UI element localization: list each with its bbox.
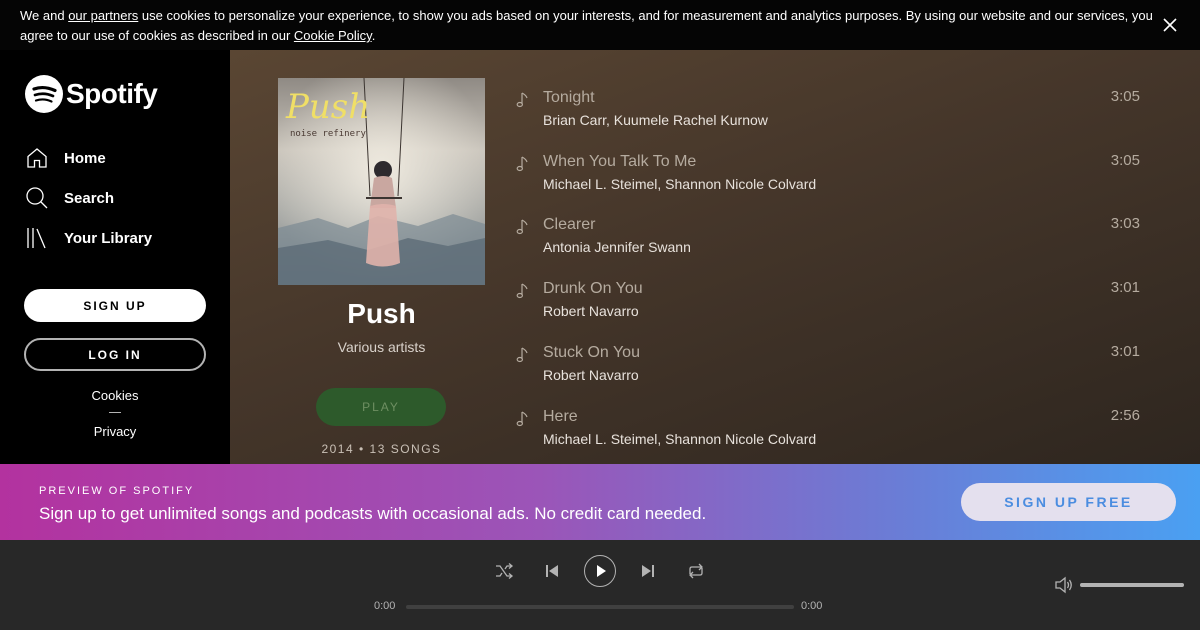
home-icon (27, 148, 47, 168)
player-bar: 0:00 0:00 (0, 540, 1200, 630)
track-title[interactable]: When You Talk To Me (543, 153, 696, 171)
nav-item-search[interactable]: Search (25, 186, 114, 210)
track-artists[interactable]: Robert Navarro (543, 367, 639, 383)
album-title: Push (347, 298, 416, 329)
privacy-link[interactable]: Privacy (0, 424, 230, 439)
nav-item-label: Search (64, 189, 115, 207)
track-duration: 3:05 (1110, 152, 1140, 169)
track-artists[interactable]: Robert Navarro (543, 303, 639, 319)
progress-bar[interactable] (406, 605, 794, 609)
album-cover: Push noise refinery (278, 78, 485, 285)
previous-icon[interactable] (542, 561, 562, 581)
track-duration: 2:56 (1110, 407, 1140, 424)
album-view: Push noise refinery Push Various artists… (230, 50, 1200, 464)
logo-wordmark: Spotify (66, 78, 158, 109)
track-row[interactable]: When You Talk To Me Michael L. Steimel, S… (515, 152, 1140, 208)
nav-item-label: Home (64, 149, 106, 167)
track-artists[interactable]: Antonia Jennifer Swann (543, 239, 691, 255)
track-title[interactable]: Drunk On You (543, 280, 643, 298)
album-artist: Various artists (337, 339, 426, 355)
music-note-icon (516, 156, 528, 172)
track-duration: 3:01 (1110, 279, 1140, 296)
track-row[interactable]: Tonight Brian Carr, Kuumele Rachel Kurnow… (515, 88, 1140, 144)
next-icon[interactable] (638, 561, 658, 581)
album-meta: 2014 • 13 SONGS (321, 442, 442, 456)
cover-subtitle-text: noise refinery (290, 129, 366, 139)
music-note-icon (516, 219, 528, 235)
track-row[interactable]: Here Michael L. Steimel, Shannon Nicole C… (515, 407, 1140, 463)
repeat-icon[interactable] (686, 561, 706, 581)
library-icon (27, 228, 46, 249)
preview-label: PREVIEW OF SPOTIFY (39, 485, 195, 497)
music-note-icon (516, 347, 528, 363)
track-duration: 3:01 (1110, 343, 1140, 360)
cookie-text-part: We and (20, 8, 69, 23)
total-time: 0:00 (801, 600, 823, 612)
sign-up-button[interactable]: SIGN UP (24, 289, 206, 322)
nav-item-home[interactable]: Home (25, 146, 106, 170)
track-artists[interactable]: Brian Carr, Kuumele Rachel Kurnow (543, 112, 768, 128)
track-artists[interactable]: Michael L. Steimel, Shannon Nicole Colva… (543, 431, 816, 447)
cookie-policy-link[interactable]: Cookie Policy (294, 28, 372, 43)
nav-item-label: Your Library (64, 229, 153, 247)
shuffle-icon[interactable] (494, 561, 514, 581)
track-duration: 3:03 (1110, 215, 1140, 232)
cookie-text-part: . (371, 28, 376, 43)
cookie-banner: We and our partners use cookies to perso… (0, 0, 1200, 50)
track-row[interactable]: Drunk On You Robert Navarro 3:01 (515, 279, 1140, 335)
track-title[interactable]: Here (543, 408, 578, 426)
cookie-banner-text: We and our partners use cookies to perso… (20, 6, 1160, 46)
cookie-text-part: use cookies to personalize your experien… (20, 8, 1153, 43)
search-icon (26, 187, 48, 209)
volume-slider[interactable] (1080, 583, 1184, 587)
sign-up-free-button[interactable]: SIGN UP FREE (961, 483, 1176, 521)
our-partners-link[interactable]: our partners (68, 8, 138, 23)
music-note-icon (516, 92, 528, 108)
preview-text: Sign up to get unlimited songs and podca… (39, 504, 707, 523)
spotify-logo[interactable]: Spotify (25, 75, 158, 113)
close-icon[interactable] (1160, 15, 1180, 35)
track-title[interactable]: Tonight (543, 89, 595, 107)
track-duration: 3:05 (1110, 88, 1140, 105)
volume-icon[interactable] (1054, 576, 1074, 594)
log-in-button[interactable]: LOG IN (24, 338, 206, 371)
play-icon (597, 565, 606, 577)
current-time: 0:00 (374, 600, 396, 612)
volume-fill (1080, 583, 1184, 587)
track-row[interactable]: Clearer Antonia Jennifer Swann 3:03 (515, 215, 1140, 271)
cookies-link[interactable]: Cookies (0, 388, 230, 403)
track-row[interactable]: Stuck On You Robert Navarro 3:01 (515, 343, 1140, 399)
track-title[interactable]: Stuck On You (543, 344, 640, 362)
track-artists[interactable]: Michael L. Steimel, Shannon Nicole Colva… (543, 176, 816, 192)
sidebar: Spotify Home Search Your Library SIGN UP… (0, 50, 230, 464)
nav-item-library[interactable]: Your Library (25, 226, 152, 250)
play-pause-button[interactable] (584, 555, 616, 587)
music-note-icon (516, 283, 528, 299)
preview-banner: PREVIEW OF SPOTIFY Sign up to get unlimi… (0, 464, 1200, 540)
track-title[interactable]: Clearer (543, 216, 595, 234)
play-button[interactable]: PLAY (316, 388, 446, 426)
music-note-icon (516, 411, 528, 427)
cover-title-text: Push (285, 87, 370, 127)
divider (109, 412, 121, 413)
spotify-logo-icon (25, 75, 63, 113)
